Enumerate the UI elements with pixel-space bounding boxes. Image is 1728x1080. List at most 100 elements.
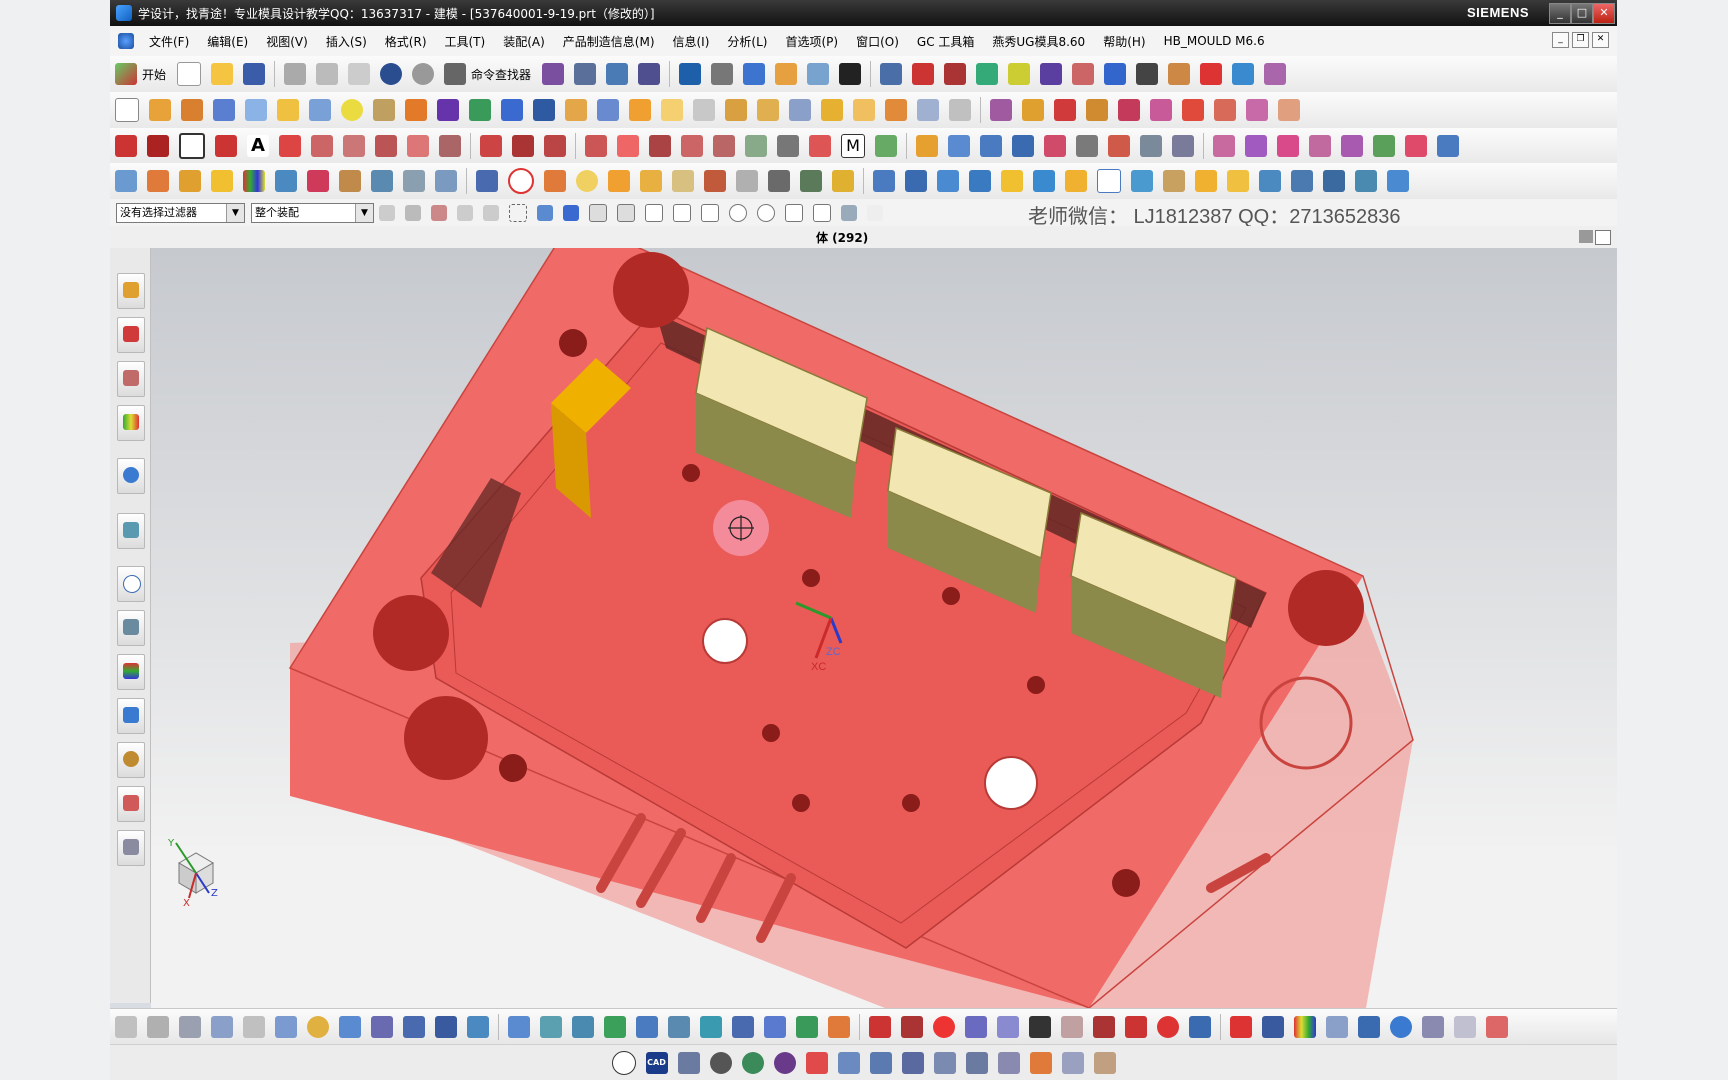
replace-face-icon[interactable] (853, 99, 875, 121)
heater-icon[interactable] (828, 1016, 850, 1038)
color-palette-icon[interactable] (243, 170, 265, 192)
menu-view[interactable]: 视图(V) (257, 33, 317, 50)
target-tool-icon[interactable] (1157, 1016, 1179, 1038)
extension-icon[interactable] (1108, 135, 1130, 157)
history-tab[interactable] (117, 566, 145, 602)
return-pin-icon[interactable] (147, 1016, 169, 1038)
diagonal-tool-icon[interactable] (1358, 1016, 1380, 1038)
sketch-icon[interactable] (115, 98, 139, 122)
cavity-layout-icon[interactable] (1022, 99, 1044, 121)
bracket-icon[interactable] (873, 170, 895, 192)
spring-icon[interactable] (764, 1016, 786, 1038)
ejector-pin-tool-icon[interactable] (115, 1016, 137, 1038)
view-icon[interactable] (611, 1051, 636, 1075)
feature-select-icon[interactable] (537, 204, 553, 221)
angle-dimension-icon[interactable] (875, 135, 897, 157)
boss-icon[interactable] (341, 99, 363, 121)
type-filter-dropdown[interactable]: 没有选择过滤器 ▼ (116, 202, 245, 223)
leg-tool-icon[interactable] (869, 1052, 892, 1074)
pocket-icon[interactable] (405, 99, 427, 121)
frame-icon[interactable] (339, 170, 361, 192)
roles-tab[interactable] (117, 742, 145, 778)
box-outline-icon[interactable] (672, 170, 694, 192)
thicken-icon[interactable] (1172, 135, 1194, 157)
move-object-icon[interactable] (944, 63, 967, 85)
pocket-tool-icon[interactable] (435, 1016, 457, 1038)
plate-tool-icon[interactable] (211, 1016, 233, 1038)
system-materials-tab[interactable] (117, 610, 145, 646)
cutline-icon[interactable] (147, 170, 169, 192)
wcs-icon[interactable] (912, 63, 935, 85)
grid-tool-icon[interactable] (1029, 1016, 1051, 1038)
sew-icon[interactable] (1140, 135, 1162, 157)
bushing-icon[interactable] (604, 1016, 626, 1038)
move-face-icon[interactable] (917, 99, 939, 121)
manufacturing-wizard-tab[interactable] (117, 698, 145, 734)
angle-bracket-icon[interactable] (1001, 170, 1023, 192)
maximize-button[interactable]: □ (1571, 3, 1593, 24)
swirl-tool-icon[interactable] (773, 1052, 796, 1074)
cube-icon[interactable] (307, 170, 329, 192)
close-button[interactable]: ✕ (1593, 3, 1615, 24)
web-browser-tab[interactable] (117, 513, 145, 549)
prism-icon[interactable] (1264, 63, 1287, 85)
locating-ring-icon[interactable] (275, 1016, 297, 1038)
filter-pick-icon[interactable] (483, 204, 499, 221)
mold-base-icon[interactable] (1054, 99, 1076, 121)
curve-tool-icon[interactable] (704, 170, 726, 192)
deselect-icon[interactable] (457, 204, 473, 221)
offset-curve-icon[interactable] (343, 135, 365, 157)
m-tool-icon[interactable] (371, 1016, 393, 1038)
copy-icon[interactable] (316, 63, 339, 85)
assembly-navigator-tab[interactable] (117, 273, 145, 309)
view-triad-icon[interactable] (1168, 63, 1191, 85)
guide-pin-icon[interactable] (905, 170, 927, 192)
filter-reset-icon[interactable] (405, 204, 421, 221)
orient-view-icon[interactable] (743, 63, 766, 85)
offset-region-icon[interactable] (649, 135, 671, 157)
cooling-tool-icon[interactable] (339, 1016, 361, 1038)
offset-face-icon[interactable] (757, 99, 779, 121)
pin-icon[interactable] (1033, 170, 1055, 192)
snap-on-surface-icon[interactable] (841, 204, 857, 221)
menu-tools[interactable]: 工具(T) (436, 33, 495, 50)
process-studio-tab[interactable] (117, 654, 145, 690)
curve-length-icon[interactable] (544, 135, 566, 157)
sphere-icon[interactable] (277, 99, 299, 121)
intersect-icon[interactable] (533, 99, 555, 121)
line-icon[interactable] (115, 135, 137, 157)
pad-icon[interactable] (373, 99, 395, 121)
view-box-icon[interactable] (1486, 1016, 1508, 1038)
plate-icon[interactable] (640, 170, 662, 192)
draft-icon[interactable] (661, 99, 683, 121)
measure-distance-icon[interactable] (976, 63, 999, 85)
bracket-tool-icon[interactable] (933, 1052, 956, 1074)
outline-icon[interactable] (403, 170, 425, 192)
surface-icon[interactable] (916, 135, 938, 157)
pattern-tool-icon[interactable] (997, 1016, 1019, 1038)
snap-end-icon[interactable] (617, 203, 635, 222)
bounded-plane-icon[interactable] (1076, 135, 1098, 157)
insert-tool-icon[interactable] (965, 1052, 988, 1074)
hd3d-tools-tab[interactable] (117, 458, 145, 494)
divide-curve-icon[interactable] (512, 135, 534, 157)
polygon-icon[interactable] (279, 135, 301, 157)
help-tool-icon[interactable] (805, 1052, 828, 1074)
menu-pmi[interactable]: 产品制造信息(M) (554, 33, 664, 50)
select-icon[interactable] (638, 63, 661, 85)
plate-lift-icon[interactable] (837, 1052, 860, 1074)
text-icon[interactable]: A (247, 135, 269, 157)
minimize-button[interactable]: _ (1549, 3, 1571, 24)
delete-face-icon[interactable] (885, 99, 907, 121)
cad-button[interactable]: CAD (645, 1052, 668, 1074)
color-grid-icon[interactable] (1294, 1016, 1316, 1038)
stack-tool-icon[interactable] (901, 1052, 924, 1074)
snap-control-icon[interactable] (673, 203, 691, 222)
cut-icon[interactable] (284, 63, 307, 85)
csys-icon[interactable] (800, 170, 822, 192)
open-plate-icon[interactable] (1131, 170, 1153, 192)
undo-icon[interactable] (380, 63, 403, 85)
point-icon[interactable] (215, 135, 237, 157)
book-icon[interactable] (1262, 1016, 1284, 1038)
measure-icon[interactable]: M (841, 134, 865, 158)
